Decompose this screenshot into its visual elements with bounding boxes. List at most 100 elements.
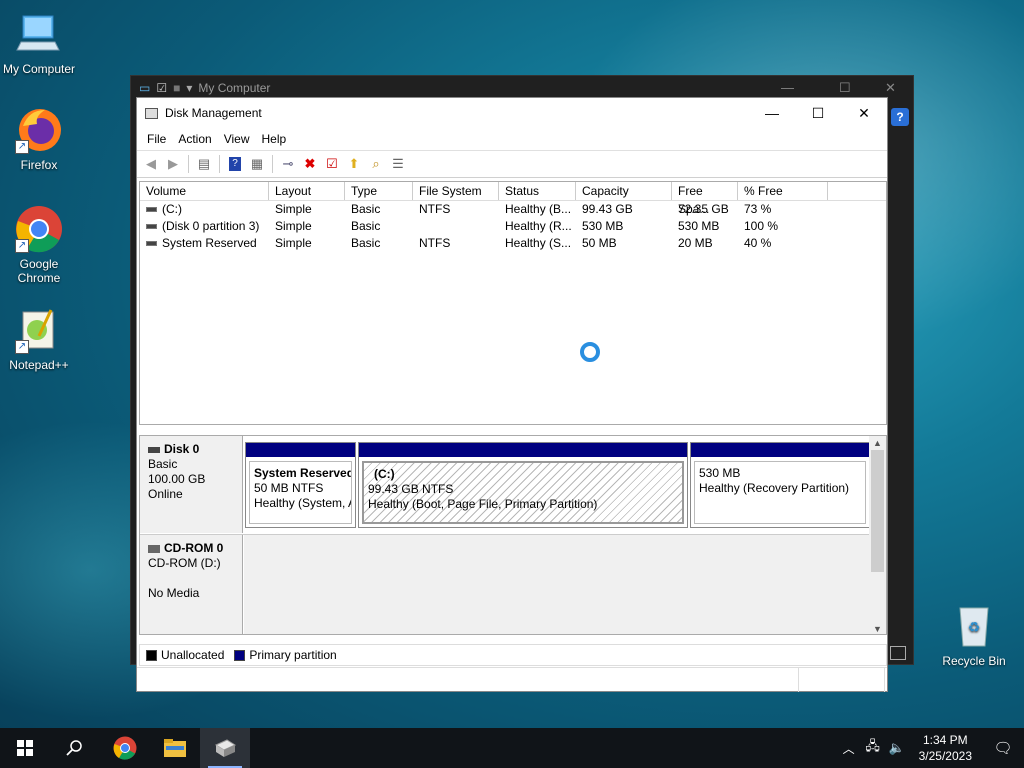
svg-text:♻: ♻ [968, 619, 981, 635]
desktop-icon-chrome[interactable]: ↗ Google Chrome [1, 205, 77, 285]
taskbar-chrome[interactable] [100, 728, 150, 768]
show-hide-tree-icon[interactable]: ▤ [194, 154, 214, 174]
computer-icon: ▭ [139, 81, 151, 95]
menu-file[interactable]: File [141, 132, 172, 146]
cell-volume: System Reserved [162, 236, 257, 250]
cell-type: Basic [351, 236, 381, 250]
column-header-percent-free[interactable]: % Free [738, 182, 828, 200]
menu-action[interactable]: Action [172, 132, 217, 146]
cell-type: Basic [351, 202, 381, 216]
cell-layout: Simple [275, 236, 312, 250]
show-hidden-icons-button[interactable]: ︿ [837, 728, 861, 768]
folder-icon: ■ [173, 81, 181, 95]
search-button[interactable] [50, 728, 100, 768]
column-header-free-space[interactable]: Free Spa... [672, 182, 738, 216]
notification-icon: 🗨 [993, 740, 1013, 757]
clock-time: 1:34 PM [922, 733, 968, 747]
close-button[interactable]: ✕ [841, 98, 887, 128]
volume-icon[interactable]: 🔈 [885, 728, 909, 768]
cdrom-icon [148, 544, 160, 553]
shortcut-arrow-icon: ↗ [15, 140, 29, 154]
delete-icon[interactable]: ✖ [300, 154, 320, 174]
partition-c[interactable]: (C:) 99.43 GB NTFS Healthy (Boot, Page F… [358, 442, 688, 528]
column-header-layout[interactable]: Layout [269, 182, 345, 200]
partition-recovery[interactable]: 530 MB Healthy (Recovery Partition) [690, 442, 870, 528]
scroll-up-icon[interactable]: ▲ [869, 436, 886, 450]
minimize-button[interactable]: — [781, 80, 794, 95]
legend: Unallocated Primary partition [139, 644, 887, 666]
partition-name: (C:) [374, 467, 395, 481]
primary-swatch [234, 649, 246, 661]
taskbar-disk-management[interactable] [200, 728, 250, 768]
cell-percent-free: 73 % [744, 202, 772, 216]
disk-icon [148, 446, 160, 453]
help-book-icon[interactable]: ? [225, 154, 245, 174]
column-header-type[interactable]: Type [345, 182, 413, 200]
desktop-icon-firefox[interactable]: ↗ Firefox [1, 106, 77, 172]
volume-icon [146, 207, 157, 213]
desktop-icon-label: My Computer [2, 62, 76, 76]
help-icon[interactable]: ? [891, 108, 909, 126]
up-folder-icon[interactable]: ⬆ [344, 154, 364, 174]
forward-arrow-icon[interactable]: ▶ [163, 154, 183, 174]
check-properties-icon[interactable]: ☑ [322, 154, 342, 174]
partition-detail: 530 MB [699, 466, 741, 480]
taskbar-file-explorer[interactable] [150, 728, 200, 768]
clock-date: 3/25/2023 [918, 749, 972, 763]
disk-management-window: Disk Management — ☐ ✕ File Action View H… [136, 97, 888, 692]
firefox-icon: ↗ [15, 106, 63, 154]
toolbar: ◀ ▶ ▤ ? ▦ ⊸ ✖ ☑ ⬆ ⌕ ☰ [137, 150, 887, 178]
cell-free-space: 530 MB [678, 219, 720, 233]
table-row[interactable]: (C:) Simple Basic NTFS Healthy (B... 99.… [140, 201, 886, 218]
desktop-icon-notepadpp[interactable]: ↗ Notepad++ [1, 306, 77, 372]
back-arrow-icon[interactable]: ◀ [141, 154, 161, 174]
table-row[interactable]: (Disk 0 partition 3) Simple Basic Health… [140, 218, 886, 235]
minimize-button[interactable]: — [749, 98, 795, 128]
scrollbar-thumb[interactable] [871, 450, 884, 572]
desktop-icon-label: Firefox [20, 158, 58, 172]
menu-help[interactable]: Help [256, 132, 293, 146]
cdrom-0-label[interactable]: CD-ROM 0 CD-ROM (D:) No Media [140, 535, 243, 634]
desktop-icon-label: Notepad++ [9, 358, 69, 372]
start-button[interactable] [0, 728, 50, 768]
cell-capacity: 50 MB [582, 236, 617, 250]
column-header-volume[interactable]: Volume [140, 182, 269, 200]
column-header-capacity[interactable]: Capacity [576, 182, 672, 200]
view-details-icon[interactable] [890, 646, 906, 660]
list-options-icon[interactable]: ☰ [388, 154, 408, 174]
scroll-down-icon[interactable]: ▼ [869, 622, 886, 634]
maximize-button[interactable]: ☐ [839, 80, 851, 96]
network-icon[interactable]: 🖧 [861, 728, 885, 768]
disk-size [148, 571, 234, 586]
disk-management-icon [214, 739, 237, 757]
chrome-icon [113, 736, 137, 760]
column-header-status[interactable]: Status [499, 182, 576, 200]
column-header-file-system[interactable]: File System [413, 182, 499, 200]
volume-list: Volume Layout Type File System Status Ca… [139, 181, 887, 425]
cdrom-area [244, 535, 871, 634]
chevron-down-icon: ▾ [186, 81, 193, 95]
disk-name: Disk 0 [164, 442, 200, 456]
partition-name: System Reserved [254, 466, 352, 480]
cell-file-system [413, 218, 499, 235]
menu-view[interactable]: View [218, 132, 256, 146]
maximize-button[interactable]: ☐ [795, 98, 841, 128]
checkbox-icon: ☑ [156, 81, 168, 95]
table-row[interactable]: System Reserved Simple Basic NTFS Health… [140, 235, 886, 252]
partition-detail: 99.43 GB NTFS [368, 482, 454, 496]
search-icon[interactable]: ⌕ [366, 154, 386, 174]
disk-0-label[interactable]: Disk 0 Basic 100.00 GB Online [140, 436, 243, 533]
notifications-button[interactable]: 🗨 [982, 728, 1024, 768]
vertical-scrollbar[interactable]: ▲ ▼ [869, 436, 886, 634]
desktop-icon-recycle-bin[interactable]: ♻ Recycle Bin [936, 602, 1012, 668]
close-button[interactable]: ✕ [885, 80, 896, 96]
desktop-icon-my-computer[interactable]: My Computer [1, 10, 77, 76]
properties-icon[interactable]: ▦ [247, 154, 267, 174]
connect-disk-icon[interactable]: ⊸ [278, 154, 298, 174]
partition-system-reserved[interactable]: System Reserved 50 MB NTFS Healthy (Syst… [245, 442, 356, 528]
disk-management-icon [145, 107, 158, 119]
disk-kind: CD-ROM (D:) [148, 556, 221, 570]
chevron-up-icon: ︿ [842, 741, 855, 756]
cell-volume: (Disk 0 partition 3) [162, 219, 260, 233]
clock[interactable]: 1:34 PM 3/25/2023 [909, 732, 982, 764]
